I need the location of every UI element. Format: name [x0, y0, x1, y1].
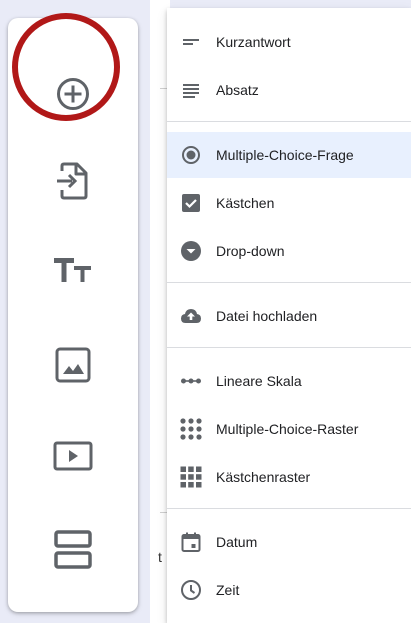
menu-item-paragraph[interactable]: Absatz — [167, 67, 411, 113]
dropdown-icon — [179, 239, 203, 263]
menu-item-label: Datei hochladen — [216, 308, 318, 324]
add-video-button[interactable] — [8, 426, 138, 486]
image-icon — [55, 347, 91, 383]
import-file-icon — [57, 162, 88, 200]
menu-item-label: Kästchenraster — [216, 469, 311, 485]
menu-divider — [167, 121, 411, 122]
title-text-icon — [54, 258, 91, 282]
menu-divider — [167, 508, 411, 509]
partial-text: t — [158, 549, 162, 565]
menu-item-checkboxes[interactable]: Kästchen — [167, 180, 411, 226]
menu-item-multiple-choice-grid[interactable]: Multiple-Choice-Raster — [167, 406, 411, 452]
radio-button-icon — [179, 143, 203, 167]
menu-item-multiple-choice[interactable]: Multiple-Choice-Frage — [167, 132, 411, 178]
add-image-button[interactable] — [8, 335, 138, 395]
calendar-icon — [179, 530, 203, 554]
menu-divider — [167, 282, 411, 283]
menu-item-label: Zeit — [216, 582, 240, 598]
menu-item-file-upload[interactable]: Datei hochladen — [167, 293, 411, 339]
menu-item-label: Kurzantwort — [216, 34, 291, 50]
linear-scale-icon — [179, 369, 203, 393]
menu-item-linear-scale[interactable]: Lineare Skala — [167, 358, 411, 404]
side-toolbar — [8, 18, 138, 612]
menu-item-label: Lineare Skala — [216, 373, 302, 389]
menu-item-label: Kästchen — [216, 195, 275, 211]
checkbox-grid-icon — [179, 465, 203, 489]
paragraph-icon — [179, 78, 203, 102]
add-question-button[interactable] — [8, 64, 138, 124]
menu-item-label: Absatz — [216, 82, 259, 98]
clock-icon — [179, 578, 203, 602]
cloud-upload-icon — [179, 304, 203, 328]
add-section-button[interactable] — [8, 520, 138, 580]
dot-grid-icon — [179, 417, 203, 441]
add-circle-icon — [57, 78, 89, 110]
menu-item-dropdown[interactable]: Drop-down — [167, 228, 411, 274]
menu-item-short-answer[interactable]: Kurzantwort — [167, 19, 411, 65]
section-icon — [54, 530, 92, 569]
video-icon — [53, 441, 93, 471]
checkbox-icon — [179, 191, 203, 215]
menu-item-checkbox-grid[interactable]: Kästchenraster — [167, 454, 411, 500]
import-questions-button[interactable] — [8, 151, 138, 211]
menu-divider — [167, 347, 411, 348]
menu-item-label: Multiple-Choice-Raster — [216, 421, 359, 437]
add-title-button[interactable] — [8, 240, 138, 300]
short-text-icon — [179, 30, 203, 54]
menu-item-label: Drop-down — [216, 243, 285, 259]
menu-item-label: Datum — [216, 534, 258, 550]
menu-item-date[interactable]: Datum — [167, 519, 411, 565]
question-type-menu: Kurzantwort Absatz Multiple-Choice-Frage… — [167, 8, 411, 623]
menu-item-time[interactable]: Zeit — [167, 567, 411, 613]
menu-item-label: Multiple-Choice-Frage — [216, 147, 354, 163]
